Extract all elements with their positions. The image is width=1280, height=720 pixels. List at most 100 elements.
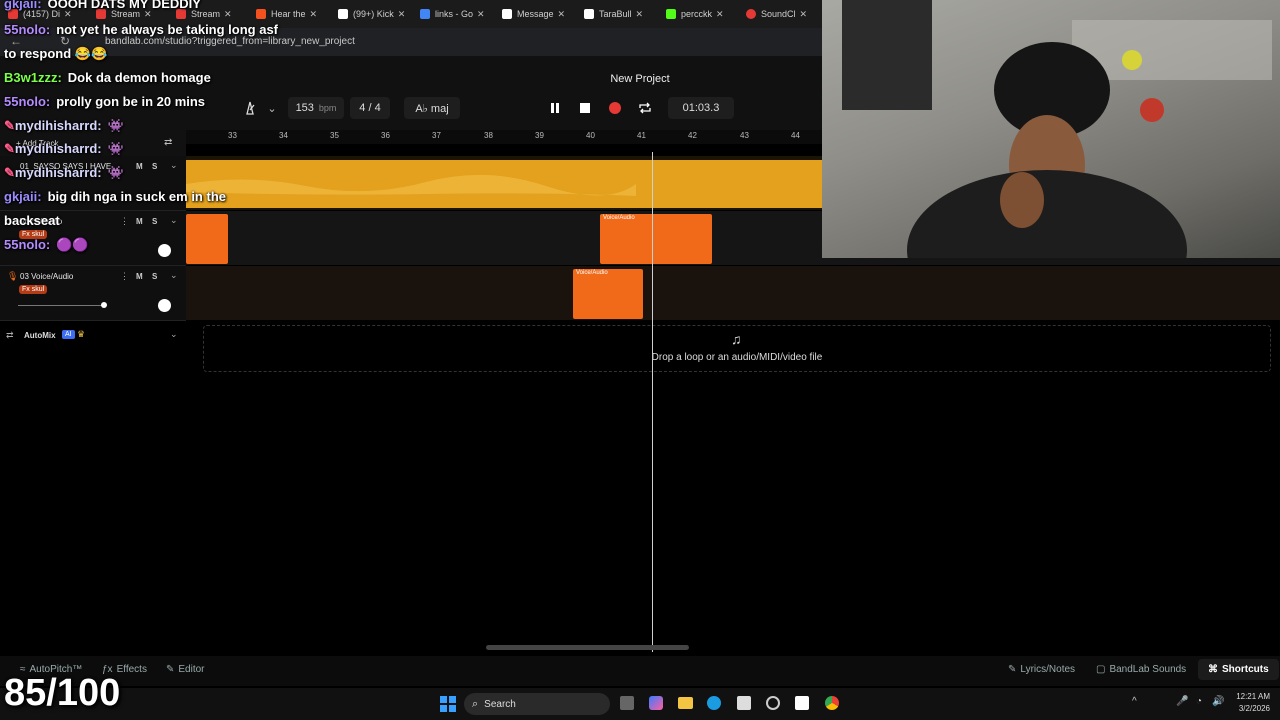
drop-zone[interactable]: ♫ Drop a loop or an audio/MIDI/video fil… xyxy=(203,325,1271,372)
mute-button[interactable]: M xyxy=(136,272,143,281)
taskbar-search-label: Search xyxy=(484,698,516,710)
browser-tab[interactable]: Message ✕ xyxy=(502,4,568,24)
sounds-icon: ▢ xyxy=(1096,664,1106,675)
tab-favicon-icon xyxy=(746,9,756,19)
file-explorer-icon[interactable] xyxy=(678,697,693,709)
chat-badge-icon: ✎ xyxy=(4,165,15,180)
pencil-icon: ✎ xyxy=(166,664,175,675)
browser-tab[interactable]: (99+) Kick ✕ xyxy=(338,4,408,24)
mute-button[interactable]: M xyxy=(136,217,143,226)
pan-knob[interactable] xyxy=(158,299,171,312)
windows-start-icon[interactable] xyxy=(440,696,456,712)
close-tab-icon[interactable]: ✕ xyxy=(716,9,724,20)
close-tab-icon[interactable]: ✕ xyxy=(224,9,232,20)
task-view-icon[interactable] xyxy=(620,696,634,710)
volume-icon[interactable]: 🔊 xyxy=(1212,696,1224,707)
chat-text: to respond 😂😂 xyxy=(4,46,108,61)
close-tab-icon[interactable]: ✕ xyxy=(800,9,808,20)
app-icon[interactable] xyxy=(766,696,780,710)
editor-button[interactable]: ✎ Editor xyxy=(166,664,205,675)
chat-emote-icon: 🟣🟣 xyxy=(56,237,89,252)
chat-text: backseat xyxy=(4,213,60,228)
audio-clip[interactable]: Voice/Audio xyxy=(573,269,643,319)
key-field[interactable]: A♭ maj xyxy=(404,97,460,119)
browser-tab[interactable]: SoundCl ✕ xyxy=(746,4,816,24)
volume-slider-handle[interactable] xyxy=(101,302,107,308)
mute-button[interactable]: M xyxy=(136,162,143,171)
store-icon[interactable] xyxy=(737,696,751,710)
fx-badge[interactable]: Fx skul xyxy=(19,285,48,294)
automix-label: AutoMix xyxy=(24,331,56,340)
bandlab-sounds-button[interactable]: ▢ BandLab Sounds xyxy=(1096,664,1186,675)
timeline-ruler[interactable]: 33 34 35 36 37 38 39 40 41 42 43 44 xyxy=(186,130,822,144)
close-tab-icon[interactable]: ✕ xyxy=(398,9,406,20)
copilot-icon[interactable] xyxy=(649,696,663,710)
editor-label: Editor xyxy=(178,664,205,675)
audio-clip[interactable]: Voice/Audio xyxy=(600,214,712,264)
stop-button[interactable] xyxy=(570,97,600,119)
more-options-icon[interactable]: ⋮ xyxy=(120,216,129,227)
tab-label: links - Go xyxy=(435,9,474,19)
tab-label: (99+) Kick xyxy=(353,9,394,19)
chevron-down-icon[interactable]: ⌄ xyxy=(170,270,178,281)
close-tab-icon[interactable]: ✕ xyxy=(477,9,485,20)
metronome-button[interactable]: ⌄ xyxy=(236,97,284,119)
chat-emote-icon: 👾 xyxy=(107,141,124,156)
app-icon[interactable] xyxy=(795,696,809,710)
audio-clip[interactable] xyxy=(186,214,228,264)
pause-button[interactable] xyxy=(540,97,570,119)
tab-favicon-icon xyxy=(502,9,512,19)
time-signature-field[interactable]: 4 / 4 xyxy=(350,97,390,119)
url-text[interactable]: bandlab.com/studio?triggered_from=librar… xyxy=(105,36,355,47)
chat-text: big dih nga in suck em in the xyxy=(47,189,226,204)
chat-message: 55nolo: not yet he always be taking long … xyxy=(4,22,278,37)
edge-icon[interactable] xyxy=(707,696,721,710)
close-tab-icon[interactable]: ✕ xyxy=(558,9,566,20)
more-options-icon[interactable]: ⋮ xyxy=(120,271,129,282)
chevron-down-icon[interactable]: ⌄ xyxy=(170,329,178,340)
browser-tab[interactable]: links - Go ✕ xyxy=(420,4,492,24)
browser-tab[interactable]: percckk ✕ xyxy=(666,4,732,24)
wifi-icon[interactable]: ◔ xyxy=(1196,696,1202,707)
clock-time[interactable]: 12:21 AM xyxy=(1230,692,1270,701)
shortcuts-button[interactable]: ⌘ Shortcuts xyxy=(1198,659,1279,680)
chat-username: 55nolo: xyxy=(4,237,51,252)
track-settings-icon[interactable]: ⇄ xyxy=(164,137,172,148)
chat-emote-icon: 👾 xyxy=(107,118,124,133)
track-header-3[interactable]: 🎙 03 Voice/Audio Fx skul ⋮ M S ⌄ xyxy=(0,266,186,321)
lyrics-notes-button[interactable]: ✎ Lyrics/Notes xyxy=(1008,664,1075,675)
horizontal-scrollbar[interactable] xyxy=(486,645,689,650)
chat-username: gkjaii: xyxy=(4,0,42,11)
webcam-overlay xyxy=(822,0,1280,258)
webcam-person-image xyxy=(842,0,1272,258)
chrome-icon[interactable] xyxy=(825,696,839,710)
chat-message: ✎mydihisharrd: 👾 xyxy=(4,118,124,134)
track-lane-3[interactable]: Voice/Audio xyxy=(186,266,1280,320)
close-tab-icon[interactable]: ✕ xyxy=(636,9,644,20)
automix-row[interactable]: ⇄ AutoMix AI ♛ ⌄ xyxy=(0,321,186,349)
browser-tab[interactable]: TaraBull ✕ xyxy=(584,4,650,24)
close-tab-icon[interactable]: ✕ xyxy=(310,9,318,20)
chat-text: OOOH DATS MY DEDDIY xyxy=(47,0,201,11)
playhead[interactable] xyxy=(652,152,653,652)
taskbar-search[interactable]: ⌕ Search xyxy=(464,693,610,715)
chat-username: 55nolo: xyxy=(4,94,51,109)
solo-button[interactable]: S xyxy=(152,162,157,171)
loop-button[interactable] xyxy=(630,97,660,119)
clock-date[interactable]: 3/2/2026 xyxy=(1230,704,1270,713)
chevron-down-icon[interactable]: ⌄ xyxy=(170,215,178,226)
microphone-icon[interactable]: 🎤 xyxy=(1176,696,1188,707)
volume-slider[interactable] xyxy=(18,305,104,306)
track-name[interactable]: 03 Voice/Audio xyxy=(20,272,73,281)
record-button[interactable] xyxy=(600,97,630,119)
tray-chevron-icon[interactable]: ^ xyxy=(1132,696,1137,707)
solo-button[interactable]: S xyxy=(152,217,157,226)
tempo-field[interactable]: 153 bpm xyxy=(288,97,344,119)
tab-label: Message xyxy=(517,9,554,19)
pan-knob[interactable] xyxy=(158,244,171,257)
solo-button[interactable]: S xyxy=(152,272,157,281)
chat-username: mydihisharrd: xyxy=(14,165,102,180)
chevron-down-icon[interactable]: ⌄ xyxy=(170,160,178,171)
browser-tab[interactable]: Hear the ✕ xyxy=(256,4,326,24)
ruler-tick: 38 xyxy=(484,131,493,140)
